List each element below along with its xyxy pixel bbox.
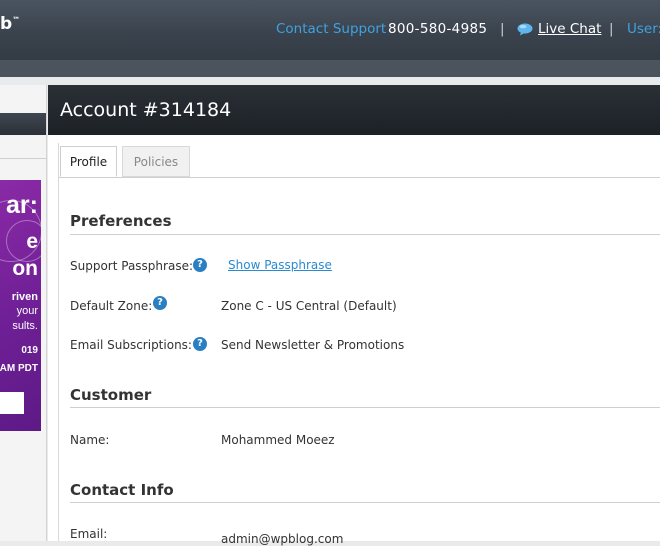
email-subscriptions-value: Send Newsletter & Promotions: [221, 338, 405, 352]
support-phone: 800-580-4985: [388, 21, 488, 37]
promo-text: your: [16, 305, 38, 317]
help-icon[interactable]: ?: [193, 337, 207, 351]
promo-text: riven: [11, 291, 38, 303]
promo-text: sults.: [12, 320, 38, 332]
section-divider: [70, 502, 660, 503]
contact-support-link[interactable]: Contact Support: [276, 21, 386, 37]
contact-info-heading: Contact Info: [70, 481, 174, 499]
live-chat-link[interactable]: Live Chat: [538, 21, 601, 37]
email-subscriptions-label: Email Subscriptions:: [70, 338, 192, 352]
promo-text: e: [26, 230, 38, 253]
top-header: b™ Contact Support 800-580-4985 | Live C…: [0, 0, 660, 60]
help-icon[interactable]: ?: [153, 296, 167, 310]
email-value: admin@wpblog.com: [221, 532, 344, 546]
content-frame: Profile Policies Preferences Support Pas…: [58, 143, 660, 546]
preferences-heading: Preferences: [70, 212, 172, 230]
left-sidebar: ar: e on riven your sults. 019 AM PDT: [0, 85, 47, 541]
customer-heading: Customer: [70, 386, 152, 404]
section-divider: [70, 234, 660, 235]
account-title-bar: Account #314184: [48, 85, 660, 135]
show-passphrase-link[interactable]: Show Passphrase: [228, 258, 332, 272]
name-value: Mohammed Moeez: [221, 433, 335, 447]
email-label: Email:: [70, 527, 108, 541]
default-zone-value: Zone C - US Central (Default): [221, 299, 397, 313]
user-menu[interactable]: User:: [627, 21, 660, 37]
page-title: Account #314184: [60, 99, 232, 121]
help-icon[interactable]: ?: [193, 258, 207, 272]
promo-text: on: [12, 257, 38, 280]
name-label: Name:: [70, 433, 110, 447]
tab-policies[interactable]: Policies: [122, 146, 190, 177]
promo-button[interactable]: [0, 392, 24, 414]
promo-date: 019: [21, 345, 38, 356]
section-divider: [70, 407, 660, 408]
promo-banner[interactable]: ar: e on riven your sults. 019 AM PDT: [0, 180, 41, 431]
divider: [0, 158, 46, 159]
chat-bubble-icon[interactable]: [517, 23, 533, 36]
nav-separator: |: [500, 21, 505, 37]
main-panel: Account #314184 Profile Policies Prefere…: [48, 85, 660, 546]
sub-header-bar: [0, 60, 660, 77]
nav-separator: |: [609, 21, 614, 37]
tab-divider: [59, 177, 660, 178]
promo-time: AM PDT: [0, 363, 38, 374]
logo[interactable]: b™: [0, 14, 20, 34]
sidebar-header-tab[interactable]: [0, 113, 46, 135]
tab-profile[interactable]: Profile: [60, 146, 117, 177]
default-zone-label: Default Zone:: [70, 299, 153, 313]
support-passphrase-label: Support Passphrase:: [70, 259, 193, 273]
promo-text: ar:: [6, 191, 38, 219]
